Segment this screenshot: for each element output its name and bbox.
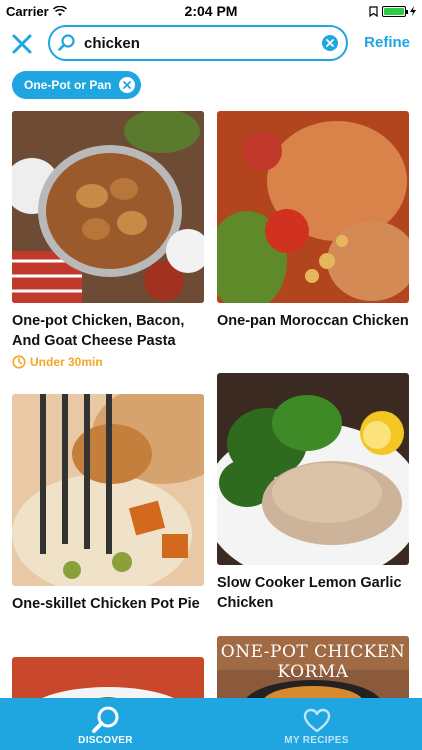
tab-label: MY RECIPES [284, 735, 349, 746]
recipe-image [12, 111, 204, 303]
charging-icon [410, 6, 416, 16]
recipe-time-badge: Under 30min [12, 355, 204, 369]
search-icon [91, 706, 118, 733]
remove-filter-button[interactable] [119, 77, 136, 93]
clear-icon [326, 39, 334, 47]
recipe-image-caption: ONE-POT CHICKEN KORMA [220, 642, 406, 682]
heart-icon [303, 708, 330, 733]
search-icon [58, 34, 75, 51]
recipe-time-label: Under 30min [30, 355, 103, 369]
recipe-title[interactable]: One-pan Moroccan Chicken [217, 311, 409, 331]
tab-bar: DISCOVER MY RECIPES [0, 698, 422, 750]
recipe-card[interactable]: One-pan Moroccan Chicken [217, 111, 409, 331]
close-icon [123, 81, 132, 89]
battery-icon [382, 5, 408, 17]
clock: 2:04 PM [184, 3, 238, 19]
status-bar: Carrier 2:04 PM [0, 0, 422, 22]
recipe-image [217, 111, 409, 303]
filter-chip[interactable]: One-Pot or Pan [12, 71, 142, 99]
recipe-image [12, 394, 204, 586]
tab-my-recipes[interactable]: MY RECIPES [211, 698, 422, 750]
alarm-icon [369, 5, 378, 17]
search-query[interactable]: chicken [84, 35, 322, 52]
recipe-image [217, 373, 409, 565]
close-button[interactable] [10, 32, 34, 56]
clock-icon [12, 355, 26, 369]
clear-search-button[interactable] [322, 35, 338, 51]
recipe-card[interactable]: ONE-POT CHICKEN KORMA [217, 636, 409, 706]
recipe-title[interactable]: Slow Cooker Lemon Garlic Chicken [217, 573, 409, 613]
close-icon [12, 34, 32, 54]
recipe-image: ONE-POT CHICKEN KORMA [217, 636, 409, 706]
tab-label: DISCOVER [78, 735, 133, 746]
tab-discover[interactable]: DISCOVER [0, 698, 211, 750]
refine-button[interactable]: Refine [364, 34, 410, 51]
filter-chip-label: One-Pot or Pan [24, 78, 112, 92]
search-input[interactable]: chicken [48, 25, 348, 61]
search-header: chicken Refine [0, 22, 422, 66]
recipe-title[interactable]: One-skillet Chicken Pot Pie [12, 594, 204, 614]
recipe-card[interactable]: One-skillet Chicken Pot Pie [12, 394, 204, 614]
recipe-card[interactable]: One-pot Chicken, Bacon, And Goat Cheese … [12, 111, 204, 369]
recipe-card[interactable]: Slow Cooker Lemon Garlic Chicken [217, 373, 409, 613]
recipe-title[interactable]: One-pot Chicken, Bacon, And Goat Cheese … [12, 311, 204, 351]
